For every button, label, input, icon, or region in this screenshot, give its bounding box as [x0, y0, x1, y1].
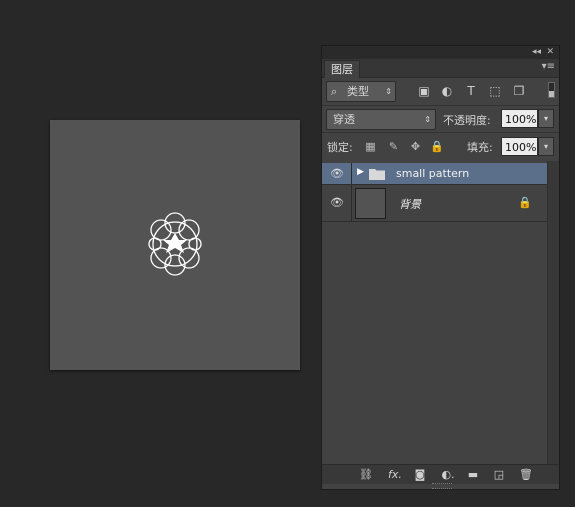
panel-menu-icon[interactable]: ▾≡ [542, 61, 555, 72]
toggle-knob [549, 91, 554, 97]
type-filter-icon[interactable]: T [464, 84, 478, 98]
filter-kind-select[interactable]: ⌕ 类型 ⇕ [326, 81, 396, 102]
lock-label: 锁定: [327, 141, 353, 154]
layer-row-small-pattern[interactable]: 👁 ▶ small pattern [322, 163, 547, 185]
link-layers-icon[interactable]: ⛓ [359, 468, 373, 481]
layer-name: small pattern [396, 167, 470, 180]
visibility-eye-icon[interactable]: 👁 [329, 196, 345, 210]
new-group-icon[interactable]: ▬ [466, 468, 480, 481]
panel-titlebar: ◂◂ ✕ [322, 46, 559, 59]
lock-paint-icon[interactable]: ✎ [387, 140, 400, 153]
new-layer-icon[interactable]: ◲ [492, 468, 506, 481]
filter-row: ⌕ 类型 ⇕ ▣ ◐ T ⬚ ❐ [322, 78, 559, 105]
resize-grip[interactable] [432, 483, 452, 489]
updown-arrow-icon: ⇕ [385, 87, 392, 96]
filter-toggle-switch[interactable] [548, 82, 555, 98]
blend-mode-value: 穿透 [333, 113, 355, 126]
layers-panel: ◂◂ ✕ 图层 ▾≡ ⌕ 类型 ⇕ ▣ ◐ T ⬚ ❐ 穿透 ⇕ 不透明度: 1… [321, 45, 560, 490]
lock-row: 锁定: ▦ ✎ ✥ 🔒 填充: 100% ▾ [322, 132, 559, 162]
lock-all-icon[interactable]: 🔒 [430, 140, 444, 153]
layers-list: 👁 ▶ small pattern 👁 背景 🔒 [322, 161, 547, 464]
layer-row-background[interactable]: 👁 背景 🔒 [322, 185, 547, 222]
image-filter-icon[interactable]: ▣ [417, 84, 431, 98]
expand-triangle-icon[interactable]: ▶ [357, 167, 364, 177]
fill-dropdown-icon[interactable]: ▾ [538, 137, 554, 156]
adjustment-filter-icon[interactable]: ◐ [440, 84, 454, 98]
tab-layers[interactable]: 图层 [324, 60, 360, 78]
fill-label: 填充: [467, 141, 493, 154]
opacity-label: 不透明度: [443, 114, 491, 127]
fill-input[interactable]: 100% [501, 137, 538, 156]
filter-kind-label: 类型 [347, 85, 369, 98]
collapse-icon[interactable]: ◂◂ [532, 46, 541, 59]
visibility-eye-icon[interactable]: 👁 [329, 167, 345, 181]
blend-mode-select[interactable]: 穿透 ⇕ [326, 109, 436, 130]
fx-icon[interactable]: fx. [385, 468, 405, 481]
layers-scrollbar[interactable] [547, 161, 559, 464]
lock-transparent-icon[interactable]: ▦ [364, 140, 377, 153]
opacity-dropdown-icon[interactable]: ▾ [538, 109, 554, 128]
layer-thumbnail [355, 188, 386, 219]
shape-filter-icon[interactable]: ⬚ [488, 84, 502, 98]
lock-position-icon[interactable]: ✥ [409, 140, 422, 153]
updown-arrow-icon: ⇕ [424, 115, 431, 124]
close-icon[interactable]: ✕ [546, 46, 554, 59]
panel-tab-row: 图层 ▾≡ [322, 59, 559, 78]
folder-icon [369, 169, 385, 180]
column-divider [351, 163, 352, 184]
blend-row: 穿透 ⇕ 不透明度: 100% ▾ [322, 105, 559, 132]
layer-lock-icon: 🔒 [518, 196, 532, 209]
small-pattern-artwork [148, 212, 202, 276]
adjustment-layer-icon[interactable]: ◐. [439, 468, 457, 481]
delete-layer-icon[interactable]: 🗑 [519, 468, 533, 481]
smart-object-filter-icon[interactable]: ❐ [512, 84, 526, 98]
panel-footer: ⛓ fx. ◙ ◐. ▬ ◲ 🗑 [322, 464, 559, 484]
search-icon: ⌕ [331, 85, 338, 98]
layer-name: 背景 [399, 198, 421, 211]
column-divider [351, 185, 352, 221]
add-mask-icon[interactable]: ◙ [413, 468, 427, 481]
opacity-input[interactable]: 100% [501, 109, 538, 128]
document-canvas[interactable] [50, 120, 300, 370]
